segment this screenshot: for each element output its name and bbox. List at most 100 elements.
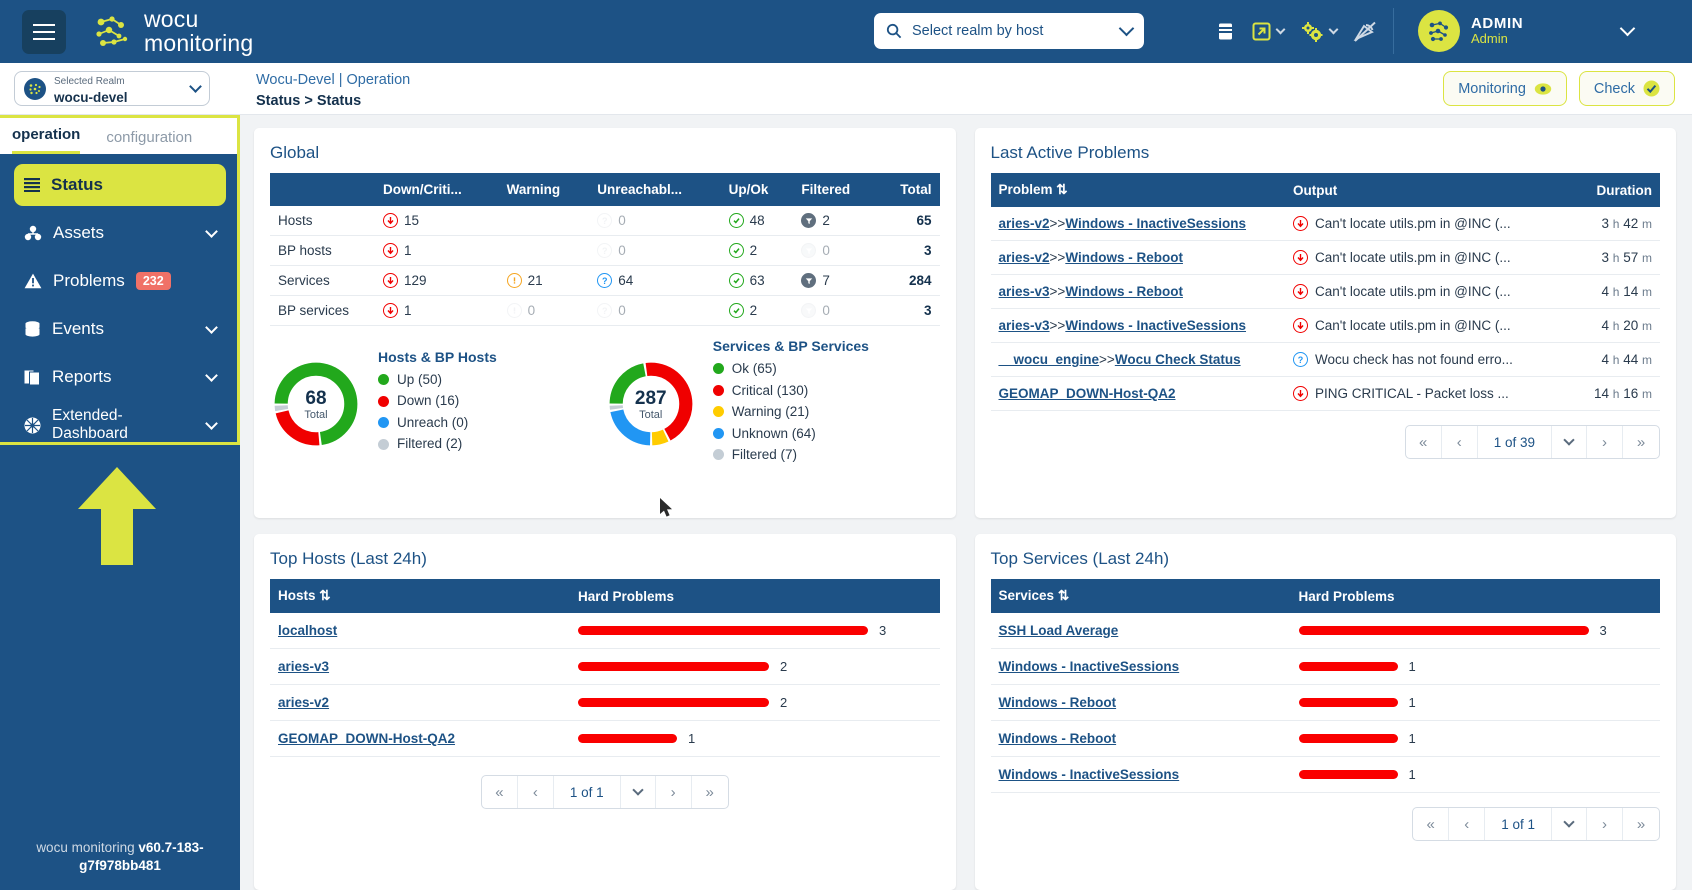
next-page-button[interactable]: › [1587,808,1623,840]
cell-unk[interactable]: ? 0 [589,295,721,326]
col-unreachable[interactable]: Unreachabl... [589,173,721,206]
table-row[interactable]: localhost 3 [270,613,940,649]
table-row[interactable]: aries-v3 2 [270,648,940,685]
first-page-button[interactable]: « [482,776,518,808]
satellite-off-icon[interactable] [1352,20,1378,44]
col-blank[interactable] [270,173,375,206]
problem-host-link[interactable]: aries-v3 [999,284,1050,299]
table-row[interactable]: Windows - Reboot 1 [990,720,1660,757]
cell-problem[interactable]: aries-v3>>Windows - Reboot [990,274,1285,309]
book-icon[interactable] [1215,21,1236,42]
problem-host-link[interactable]: GEOMAP_DOWN-Host-QA2 [999,386,1176,401]
cell-problem[interactable]: aries-v2>>Windows - InactiveSessions [990,207,1285,241]
problem-service-link[interactable]: Wocu Check Status [1115,352,1241,367]
legend-item[interactable]: Up (50) [378,373,497,387]
legend-item[interactable]: Filtered (2) [378,437,497,451]
chevron-down-icon[interactable] [1118,20,1135,37]
prev-page-button[interactable]: ‹ [1442,426,1478,458]
cell-up[interactable]: 2 [720,235,794,266]
prev-page-button[interactable]: ‹ [518,776,554,808]
col-down-critical[interactable]: Down/Criti... [375,173,499,206]
cell-filt[interactable]: 0 [793,235,878,266]
problem-service-link[interactable]: Windows - InactiveSessions [1065,216,1246,231]
realm-search-input[interactable]: Select realm by host [874,13,1144,49]
cell-name[interactable]: Windows - InactiveSessions [990,648,1291,685]
sort-icon[interactable]: ⇅ [319,588,330,603]
cell-down[interactable]: 15 [375,206,499,236]
col-hosts[interactable]: Hosts ⇅ [270,579,570,613]
table-row[interactable]: __wocu_engine>>Wocu Check Status? Wocu ch… [990,342,1660,377]
chevron-down-icon[interactable] [1328,24,1339,35]
chevron-down-icon[interactable] [189,79,202,93]
cell-name[interactable]: Windows - InactiveSessions [990,756,1291,793]
hamburger-menu-icon[interactable] [22,9,66,54]
cell-unk[interactable]: ? 0 [589,206,721,236]
cell-down[interactable]: 1 [375,295,499,326]
col-services[interactable]: Services ⇅ [990,579,1291,613]
table-row[interactable]: Hosts 15 ? 0 48 2 65 [270,206,940,236]
problem-host-link[interactable]: __wocu_engine [999,352,1100,367]
problem-service-link[interactable]: Windows - InactiveSessions [1065,318,1246,333]
cell-name[interactable]: SSH Load Average [990,613,1291,649]
table-row[interactable]: BP hosts 1 ? 0 2 0 3 [270,235,940,266]
first-page-button[interactable]: « [1406,426,1442,458]
cell-name[interactable]: Windows - Reboot [990,684,1291,721]
last-page-button[interactable]: » [1623,426,1659,458]
problem-host-link[interactable]: aries-v2 [999,250,1050,265]
col-up-ok[interactable]: Up/Ok [720,173,794,206]
table-row[interactable]: Windows - Reboot 1 [990,684,1660,721]
table-row[interactable]: BP services 1 0? 0 2 0 3 [270,295,940,326]
cell-name[interactable]: localhost [270,613,570,649]
cell-filt[interactable]: 7 [793,265,878,296]
monitoring-button[interactable]: Monitoring [1443,71,1567,106]
table-row[interactable]: aries-v2>>Windows - InactiveSessions Can'… [990,207,1660,241]
col-problem[interactable]: Problem ⇅ [990,173,1285,207]
last-page-button[interactable]: » [1623,808,1659,840]
page-size-dropdown[interactable] [1551,426,1587,458]
cell-up[interactable]: 2 [720,295,794,326]
page-size-dropdown[interactable] [619,776,656,808]
cell-name[interactable]: aries-v2 [270,684,570,721]
table-row[interactable]: aries-v2 2 [270,684,940,721]
table-row[interactable]: GEOMAP_DOWN-Host-QA2 1 [270,720,940,757]
legend-item[interactable]: Warning (21) [712,405,869,419]
col-hard-problems[interactable]: Hard Problems [1290,579,1660,613]
page-size-dropdown[interactable] [1551,808,1587,840]
sort-icon[interactable]: ⇅ [1056,182,1067,197]
sort-icon[interactable]: ⇅ [1058,588,1069,603]
problem-service-link[interactable]: Windows - Reboot [1065,250,1183,265]
legend-item[interactable]: Down (16) [378,394,497,408]
cell-warn[interactable]: 21 [498,265,590,296]
table-row[interactable]: SSH Load Average 3 [990,613,1660,649]
cell-up[interactable]: 63 [720,265,794,296]
cell-filt[interactable]: 2 [793,206,878,236]
last-page-button[interactable]: » [692,776,728,808]
next-page-button[interactable]: › [656,776,692,808]
table-row[interactable]: Windows - InactiveSessions 1 [990,648,1660,685]
selected-realm-dropdown[interactable]: Selected Realm wocu-devel [14,71,210,106]
legend-item[interactable]: Unreach (0) [378,416,497,430]
user-menu[interactable]: ADMIN Admin [1418,10,1636,52]
problem-host-link[interactable]: aries-v2 [999,216,1050,231]
legend-item[interactable]: Ok (65) [712,362,869,376]
cell-problem[interactable]: aries-v3>>Windows - InactiveSessions [990,308,1285,343]
check-button[interactable]: Check [1578,71,1675,106]
cell-unk[interactable]: ? 64 [589,265,721,296]
chevron-down-icon[interactable] [1619,20,1636,37]
cell-name[interactable]: aries-v3 [270,648,570,685]
legend-item[interactable]: Unknown (64) [712,426,869,441]
cell-warn[interactable]: 0 [498,295,590,326]
table-row[interactable]: aries-v2>>Windows - Reboot Can't locate u… [990,240,1660,275]
cell-unk[interactable]: ? 0 [589,235,721,266]
cell-filt[interactable]: 0 [793,295,878,326]
cell-problem[interactable]: __wocu_engine>>Wocu Check Status [990,342,1285,377]
external-link-icon[interactable] [1251,21,1286,42]
cell-name[interactable]: Windows - Reboot [990,720,1291,757]
chevron-down-icon[interactable] [1275,24,1286,35]
table-row[interactable]: Services 129 21? 64 63 7 284 [270,265,940,296]
legend-item[interactable]: Filtered (7) [712,448,869,462]
table-row[interactable]: aries-v3>>Windows - Reboot Can't locate u… [990,274,1660,309]
cell-problem[interactable]: GEOMAP_DOWN-Host-QA2 [990,376,1285,411]
table-row[interactable]: aries-v3>>Windows - InactiveSessions Can'… [990,308,1660,343]
cell-name[interactable]: GEOMAP_DOWN-Host-QA2 [270,720,570,757]
